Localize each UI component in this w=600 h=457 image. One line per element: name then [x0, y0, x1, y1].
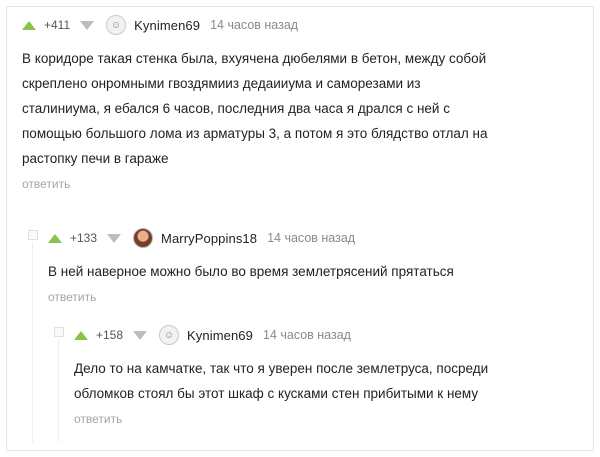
comment-line: В коридоре такая стенка была, вхуячена д…: [22, 51, 487, 66]
comment-line: скреплено онромными гвоздямииз дедаииума…: [22, 76, 421, 91]
comment-time: 14 часов назад: [210, 18, 299, 32]
reply-link[interactable]: ответить: [74, 412, 122, 426]
collapse-thread-icon[interactable]: [28, 230, 38, 240]
downvote-arrow-icon[interactable]: [133, 330, 148, 340]
comment-line: растопку печи в гараже: [22, 151, 169, 166]
comment-header: +133 MarryPoppins18 14 часов назад: [48, 225, 578, 251]
comment-line: помощью большого лома из арматуры 3, а п…: [22, 126, 488, 141]
thread-line: [58, 339, 59, 442]
upvote-arrow-icon[interactable]: [48, 233, 62, 243]
comment-line: сталиниума, я ебался 6 часов, последния …: [22, 101, 450, 116]
comment-username[interactable]: Kynimen69: [134, 18, 200, 33]
comment-body: В коридоре такая стенка была, вхуячена д…: [22, 46, 582, 171]
downvote-arrow-icon[interactable]: [107, 233, 122, 243]
comment-header: +411 ☺ Kynimen69 14 часов назад: [22, 12, 582, 38]
thread-line: [32, 242, 33, 442]
comment-rating: +133: [70, 231, 98, 245]
upvote-arrow-icon[interactable]: [22, 20, 36, 30]
comment-header: +158 ☺ Kynimen69 14 часов назад: [74, 322, 578, 348]
user-avatar-icon[interactable]: ☺: [159, 325, 180, 345]
comment-line: Дело то на камчатке, так что я уверен по…: [74, 361, 489, 376]
comment-body: В ней наверное можно было во время земле…: [48, 259, 578, 284]
comment-body: Дело то на камчатке, так что я уверен по…: [74, 356, 578, 406]
reply-link[interactable]: ответить: [48, 290, 96, 304]
comment-reply: +158 ☺ Kynimen69 14 часов назад Дело то …: [74, 322, 578, 428]
comment-line: обломков стоял бы этот шкаф с кусками ст…: [74, 386, 479, 401]
downvote-arrow-icon[interactable]: [80, 20, 95, 30]
comment-time: 14 часов назад: [267, 231, 356, 245]
upvote-arrow-icon[interactable]: [74, 330, 88, 340]
user-avatar-icon[interactable]: ☺: [106, 15, 127, 35]
comment-username[interactable]: Kynimen69: [187, 328, 253, 343]
reply-link[interactable]: ответить: [22, 177, 70, 191]
comment-rating: +158: [96, 328, 124, 342]
comment-line: В ней наверное можно было во время земле…: [48, 264, 454, 279]
collapse-thread-icon[interactable]: [54, 327, 64, 337]
comment-rating: +411: [44, 18, 71, 32]
comment-reply: +133 MarryPoppins18 14 часов назад В ней…: [48, 225, 578, 306]
comment-time: 14 часов назад: [262, 328, 351, 342]
user-avatar-icon[interactable]: [133, 228, 154, 248]
comment-username[interactable]: MarryPoppins18: [161, 231, 257, 246]
comment: +411 ☺ Kynimen69 14 часов назад В коридо…: [22, 12, 582, 193]
